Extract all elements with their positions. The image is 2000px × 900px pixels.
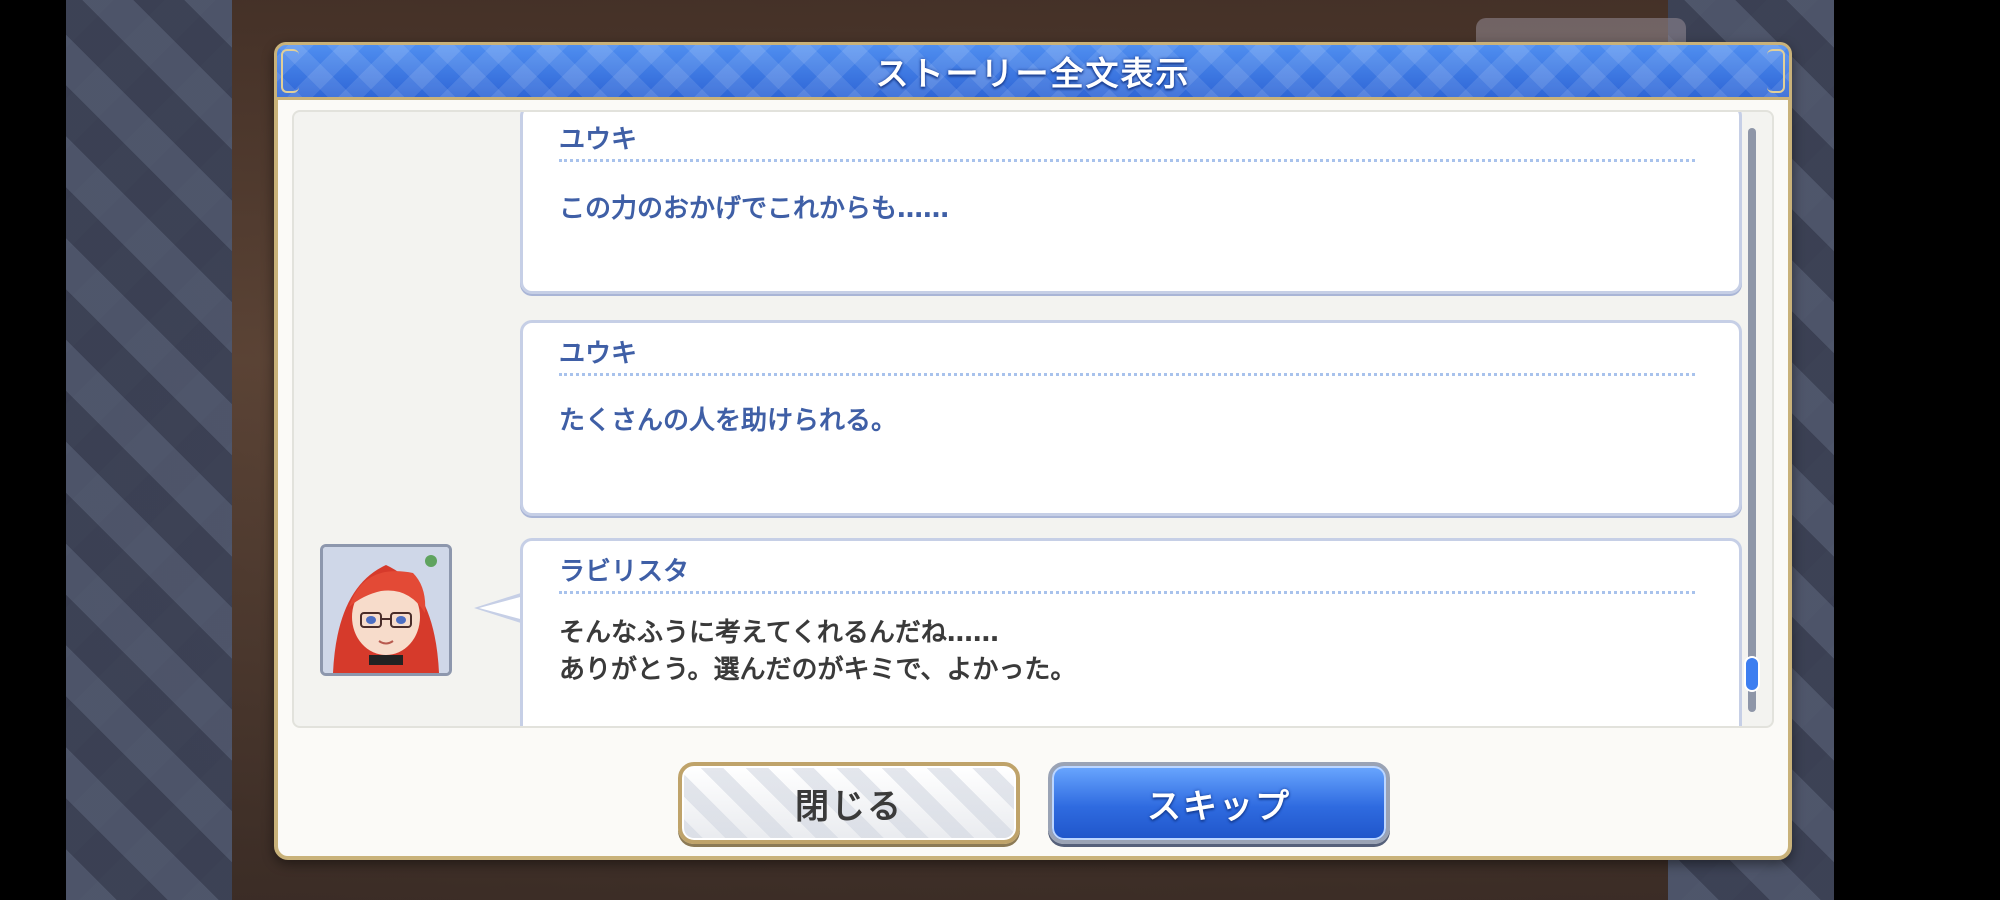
dialog-text: そんなふうに考えてくれるんだね…… ありがとう。選んだのがキミで、よかった。	[559, 618, 1077, 685]
speaker-divider	[559, 591, 1695, 594]
corner-ornament-left	[281, 49, 299, 93]
dialog-header: ストーリー全文表示	[274, 42, 1792, 100]
speaker-divider	[559, 373, 1695, 376]
scrollbar-track[interactable]	[1748, 128, 1756, 712]
speaker-name: ユウキ	[559, 125, 638, 155]
scrollbar-thumb[interactable]	[1744, 656, 1760, 692]
speaker-name: ユウキ	[559, 339, 638, 369]
story-log-dialog: ストーリー全文表示 ユウキ この力のおかげでこれからも…… ユウキ たくさんの人…	[274, 42, 1792, 860]
speech-bubble-tail	[474, 592, 524, 624]
speaker-divider	[559, 159, 1695, 162]
red-haired-character-portrait-icon	[320, 544, 452, 676]
close-button[interactable]: 閉じる	[678, 762, 1020, 844]
speaker-name: ラビリスタ	[559, 557, 690, 587]
portrait-illustration	[323, 547, 449, 673]
game-screen: ストーリー全文表示 ユウキ この力のおかげでこれからも…… ユウキ たくさんの人…	[0, 0, 2000, 900]
log-entry: ラビリスタ そんなふうに考えてくれるんだね…… ありがとう。選んだのがキミで、よ…	[520, 538, 1742, 726]
skip-button[interactable]: スキップ	[1048, 762, 1390, 844]
close-button-label: 閉じる	[795, 786, 903, 827]
skip-button-label: スキップ	[1147, 786, 1291, 827]
log-entry: ユウキ たくさんの人を助けられる。	[520, 320, 1742, 516]
log-entry: ユウキ この力のおかげでこれからも……	[520, 112, 1742, 294]
story-log-list[interactable]: ユウキ この力のおかげでこれからも…… ユウキ たくさんの人を助けられる。 ラビ…	[292, 110, 1774, 728]
dialog-text: たくさんの人を助けられる。	[559, 406, 898, 436]
corner-ornament-right	[1767, 49, 1785, 93]
dialog-title: ストーリー全文表示	[875, 54, 1191, 93]
dialog-text: この力のおかげでこれからも……	[559, 194, 950, 224]
